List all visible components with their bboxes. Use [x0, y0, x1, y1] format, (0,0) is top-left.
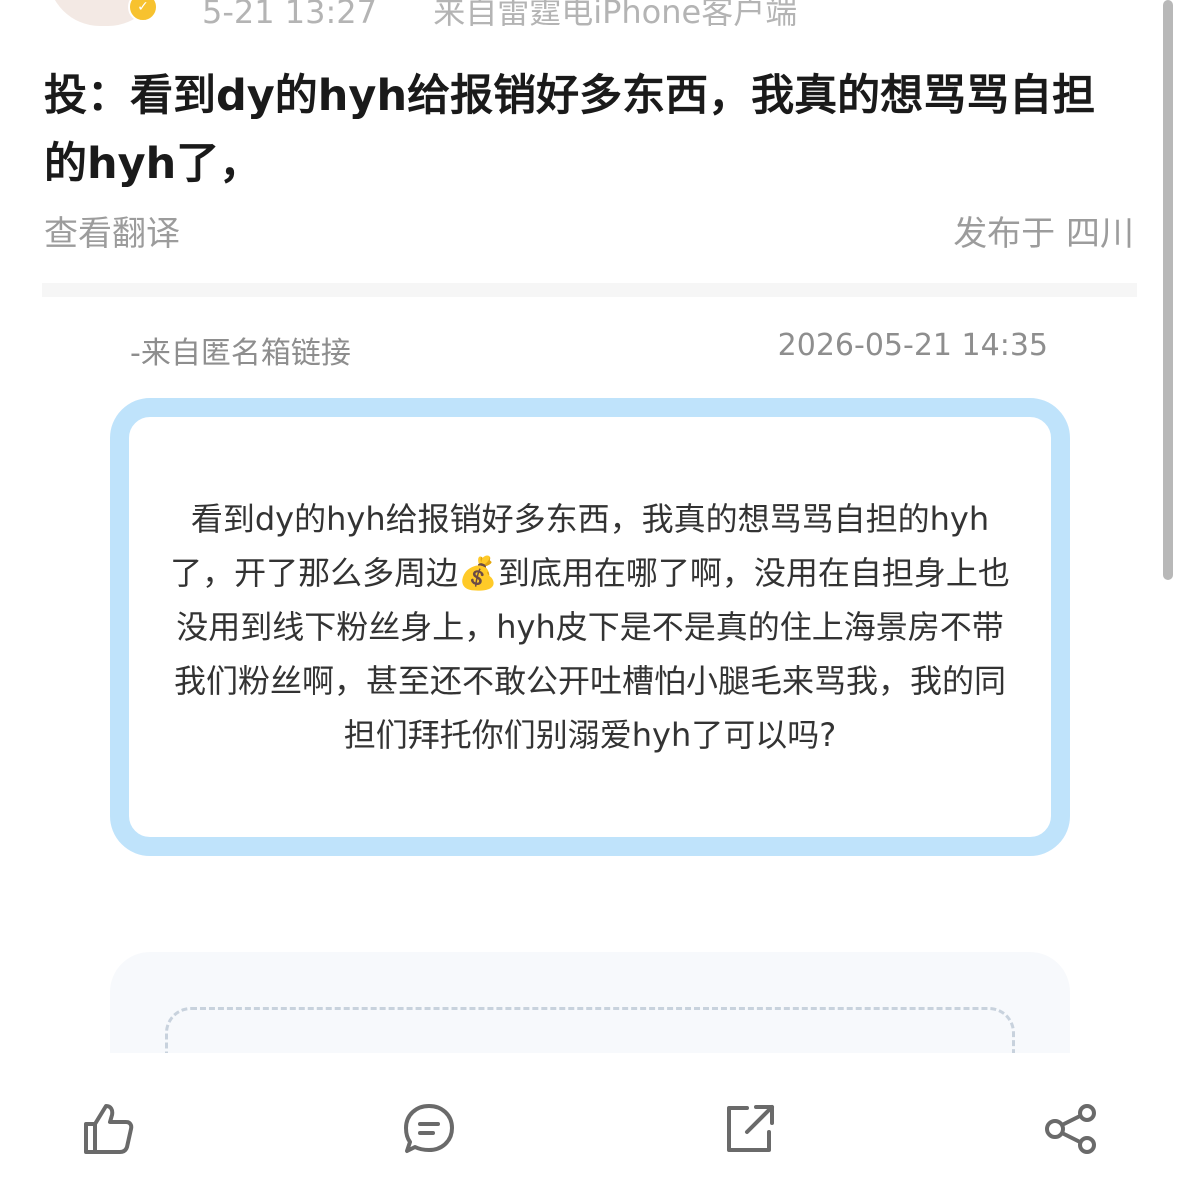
anonymous-source-label: -来自匿名箱链接	[130, 336, 351, 371]
thumbs-up-icon	[84, 1104, 134, 1154]
share-button[interactable]	[1043, 1101, 1099, 1157]
post-title: 投：看到dy的hyh给报销好多东西，我真的想骂骂自担的hyh了，	[44, 71, 1096, 189]
anonymous-message-text: 看到dy的hyh给报销好多东西，我真的想骂骂自担的hyh了，开了那么多周边💰到底…	[170, 500, 1010, 754]
author-row: ✓ 5-21 13:27 来自雷霆电iPhone客户端	[48, 0, 797, 31]
view-translation-link[interactable]: 查看翻译	[44, 206, 180, 255]
anonymous-card-header: -来自匿名箱链接 2026-05-21 14:35	[130, 328, 1048, 372]
like-button[interactable]	[80, 1101, 136, 1157]
post-source: 来自雷霆电iPhone客户端	[433, 0, 798, 31]
anonymous-timestamp: 2026-05-21 14:35	[777, 328, 1048, 363]
anonymous-message-card[interactable]: 看到dy的hyh给报销好多东西，我真的想骂骂自担的hyh了，开了那么多周边💰到底…	[110, 398, 1070, 856]
repost-button[interactable]	[722, 1101, 778, 1157]
bottom-action-bar	[0, 1053, 1179, 1180]
comment-button[interactable]	[401, 1101, 457, 1157]
avatar[interactable]: ✓	[48, 0, 160, 26]
comment-icon	[404, 1104, 454, 1153]
post-time: 5-21 13:27	[202, 0, 378, 31]
post-location: 发布于 四川	[953, 213, 1134, 254]
post-meta: 5-21 13:27 来自雷霆电iPhone客户端	[202, 0, 797, 33]
post-detail-page: ✓ 5-21 13:27 来自雷霆电iPhone客户端 投：看到dy的hyh给报…	[0, 0, 1179, 1180]
repost-icon	[727, 1105, 774, 1152]
scrollbar[interactable]	[1163, 0, 1173, 580]
post-info-row: 查看翻译 发布于 四川	[44, 205, 1134, 255]
verified-badge-icon: ✓	[128, 0, 158, 22]
share-icon	[1045, 1104, 1096, 1154]
section-divider	[42, 283, 1137, 297]
